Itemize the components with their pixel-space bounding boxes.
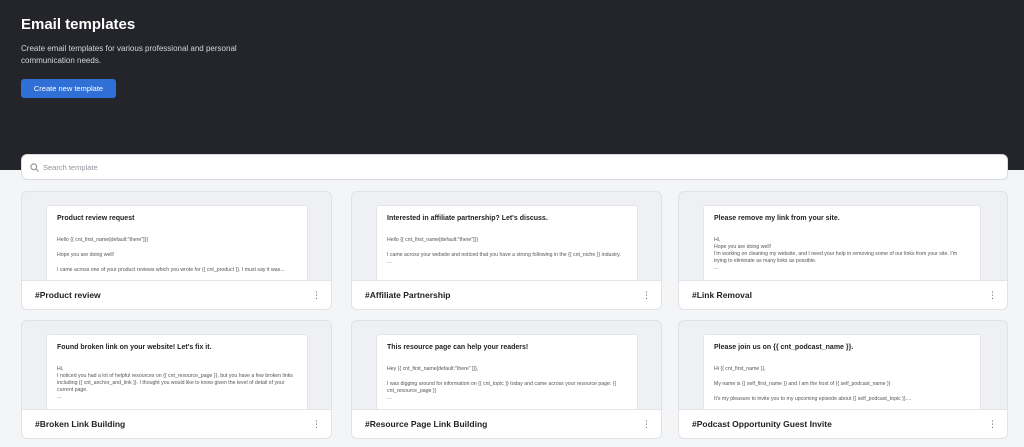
template-preview: Interested in affiliate partnership? Let…	[376, 205, 638, 282]
template-line: Hi {{ cnt_first_name }},	[714, 366, 766, 372]
template-card-footer: #Podcast Opportunity Guest Invite ⋮	[679, 409, 1007, 438]
template-card[interactable]: Found broken link on your website! Let's…	[21, 320, 332, 439]
template-subject: Please join us on {{ cnt_podcast_name }}…	[714, 344, 854, 351]
template-line: ...	[57, 394, 62, 400]
template-subject: Found broken link on your website! Let's…	[57, 344, 212, 351]
more-options-icon[interactable]: ⋮	[642, 419, 651, 429]
template-line: ...	[714, 265, 719, 271]
template-card[interactable]: Please join us on {{ cnt_podcast_name }}…	[678, 320, 1008, 439]
template-name: #Resource Page Link Building	[365, 419, 488, 429]
template-name: #Podcast Opportunity Guest Invite	[692, 419, 832, 429]
template-line: I came across your website and noticed t…	[387, 252, 621, 258]
template-card-footer: #Broken Link Building ⋮	[22, 409, 331, 438]
template-preview: Found broken link on your website! Let's…	[46, 334, 308, 411]
template-line: Hi,	[57, 366, 64, 372]
template-name: #Link Removal	[692, 290, 752, 300]
template-preview: This resource page can help your readers…	[376, 334, 638, 411]
template-line: Hi,	[714, 237, 721, 243]
template-subject: Please remove my link from your site.	[714, 215, 840, 222]
more-options-icon[interactable]: ⋮	[312, 419, 321, 429]
template-card-footer: #Affiliate Partnership ⋮	[352, 280, 661, 309]
create-template-button[interactable]: Create new template	[21, 79, 116, 98]
template-line: My name is {{ self_first_name }} and I a…	[714, 381, 891, 387]
template-subject: Product review request	[57, 215, 135, 222]
template-card-footer: #Product review ⋮	[22, 280, 331, 309]
template-line: Hope you are doing well!	[714, 244, 772, 250]
more-options-icon[interactable]: ⋮	[642, 290, 651, 300]
template-card[interactable]: This resource page can help your readers…	[351, 320, 662, 439]
more-options-icon[interactable]: ⋮	[312, 290, 321, 300]
template-preview: Please remove my link from your site. Hi…	[703, 205, 981, 282]
template-card[interactable]: Interested in affiliate partnership? Let…	[351, 191, 662, 310]
page-description: Create email templates for various profe…	[21, 44, 237, 65]
template-line: Hope you are doing well!	[57, 252, 115, 258]
page-header: Email templates Create email templates f…	[0, 0, 1024, 170]
template-line: ...	[387, 259, 392, 265]
template-line: I came across one of your product review…	[57, 267, 285, 273]
template-name: #Product review	[35, 290, 101, 300]
template-line: It's my pleasure to invite you to my upc…	[714, 396, 912, 402]
page-title: Email templates	[21, 16, 136, 33]
template-line: I was digging around for information on …	[387, 381, 617, 394]
search-bar[interactable]	[21, 154, 1008, 180]
template-subject: This resource page can help your readers…	[387, 344, 529, 351]
template-line: Hey {{ cnt_first_name[default:"there" ]}…	[387, 366, 479, 372]
template-card-footer: #Resource Page Link Building ⋮	[352, 409, 661, 438]
more-options-icon[interactable]: ⋮	[988, 419, 997, 429]
search-icon	[29, 162, 39, 172]
template-subject: Interested in affiliate partnership? Let…	[387, 215, 548, 222]
template-card-footer: #Link Removal ⋮	[679, 280, 1007, 309]
template-line: Hello {{ cnt_first_name[default:"there"]…	[387, 237, 479, 243]
template-line: I'm working on cleaning my website, and …	[714, 251, 958, 264]
template-name: #Affiliate Partnership	[365, 290, 451, 300]
template-preview: Please join us on {{ cnt_podcast_name }}…	[703, 334, 981, 411]
more-options-icon[interactable]: ⋮	[988, 290, 997, 300]
template-card[interactable]: Please remove my link from your site. Hi…	[678, 191, 1008, 310]
template-name: #Broken Link Building	[35, 419, 126, 429]
template-line: Hello {{ cnt_first_name[default:"there"]…	[57, 237, 149, 243]
template-line: I noticed you had a lot of helpful resou…	[57, 373, 293, 393]
template-card[interactable]: Product review request Hello {{ cnt_firs…	[21, 191, 332, 310]
search-input[interactable]	[43, 162, 943, 172]
template-line: ...	[387, 395, 392, 401]
template-preview: Product review request Hello {{ cnt_firs…	[46, 205, 308, 282]
